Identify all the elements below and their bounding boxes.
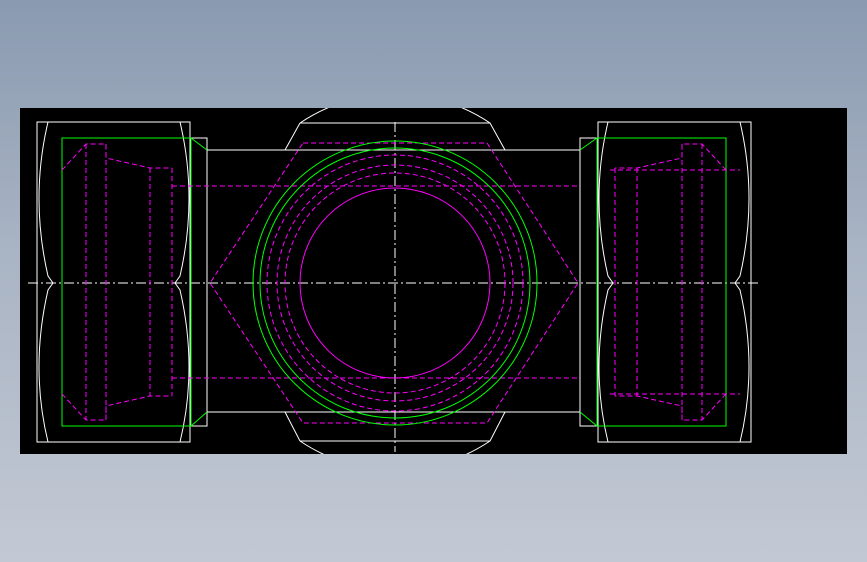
cad-viewport[interactable] [20,108,847,454]
viewport-background [20,108,847,454]
cad-drawing [20,108,847,454]
